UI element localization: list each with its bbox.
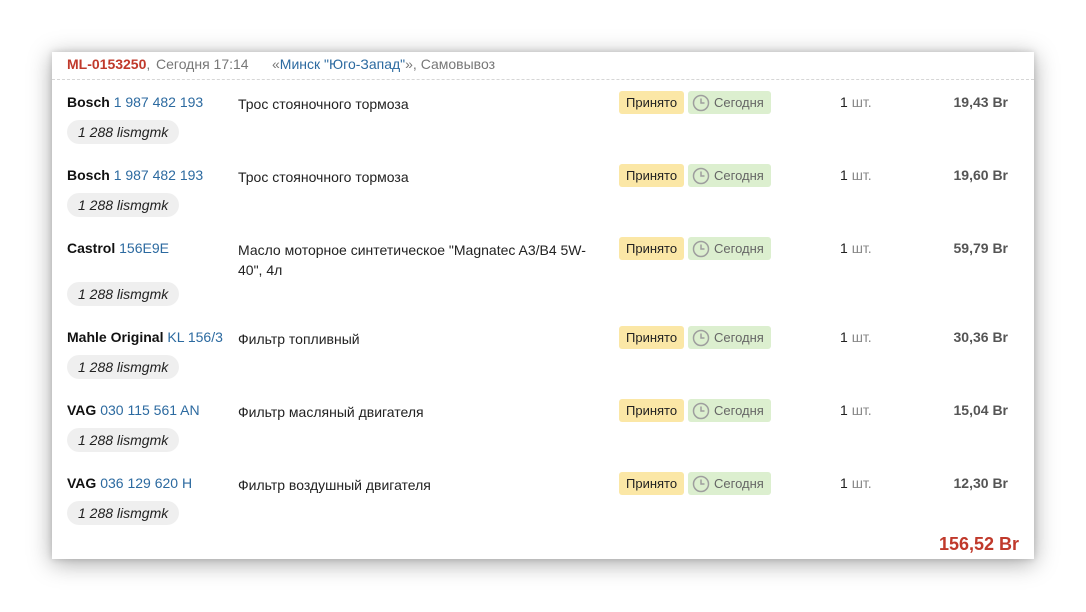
item-quantity: 1 шт. [840,240,872,256]
item-brand-article: Castrol 156E9E [67,240,169,256]
item-brand: Mahle Original [67,329,164,345]
item-brand: Castrol [67,240,116,256]
supplier-tag: 1 288 lismgmk [67,355,180,379]
item-description: Фильтр масляный двигателя [238,404,424,420]
quantity-value: 1 [840,94,848,110]
quantity-unit: шт. [851,402,872,418]
order-item-row: VAG 030 115 561 AN Фильтр масляный двига… [52,395,1034,468]
status-badge: Принято [619,399,685,422]
item-brand: VAG [67,475,97,491]
order-card: ML-0153250, Сегодня 17:14 «Минск "Юго-За… [52,52,1034,559]
item-brand: Bosch [67,167,110,183]
item-brand-article: VAG 036 129 620 H [67,475,192,491]
item-description: Трос стояночного тормоза [238,96,409,112]
item-quantity: 1 шт. [840,329,872,345]
item-article-link[interactable]: 1 987 482 193 [114,167,204,183]
date-badge: Сегодня [688,326,771,349]
clock-icon [692,329,710,346]
item-price: 15,04 Br [953,402,1008,418]
item-quantity: 1 шт. [840,475,872,491]
order-location: «Минск "Юго-Запад"», Самовывоз [272,56,495,72]
date-label: Сегодня [714,403,764,418]
item-article-link[interactable]: 036 129 620 H [100,475,192,491]
quantity-value: 1 [840,240,848,256]
item-brand-article: Mahle Original KL 156/3 [67,329,223,345]
date-badge: Сегодня [688,237,771,260]
supplier-tag: 1 288 lismgmk [67,120,180,144]
order-item-row: Castrol 156E9E Масло моторное синтетичес… [52,233,1034,322]
status-badge: Принято [619,237,685,260]
status-badge: Принято [619,164,685,187]
supplier-tag: 1 288 lismgmk [67,193,180,217]
location-suffix: », Самовывоз [405,56,495,72]
item-article-link[interactable]: 030 115 561 AN [100,402,199,418]
item-brand-article: Bosch 1 987 482 193 [67,167,203,183]
date-label: Сегодня [714,168,764,183]
order-separator: , [146,56,151,72]
location-prefix: « [272,56,280,72]
pickup-location-link[interactable]: Минск "Юго-Запад" [280,56,405,72]
supplier-tag: 1 288 lismgmk [67,282,180,306]
item-quantity: 1 шт. [840,402,872,418]
order-item-row: VAG 036 129 620 H Фильтр воздушный двига… [52,468,1034,541]
order-time: Сегодня 17:14 [156,56,249,72]
clock-icon [692,475,710,492]
status-badge: Принято [619,326,685,349]
date-badge: Сегодня [688,399,771,422]
item-description: Фильтр воздушный двигателя [238,477,431,493]
quantity-value: 1 [840,475,848,491]
item-article-link[interactable]: KL 156/3 [167,329,223,345]
order-item-row: Bosch 1 987 482 193 Трос стояночного тор… [52,160,1034,233]
date-badge: Сегодня [688,472,771,495]
order-items-list: Bosch 1 987 482 193 Трос стояночного тор… [52,87,1034,541]
clock-icon [692,240,710,257]
supplier-tag: 1 288 lismgmk [67,501,180,525]
item-quantity: 1 шт. [840,167,872,183]
quantity-value: 1 [840,167,848,183]
item-quantity: 1 шт. [840,94,872,110]
order-number[interactable]: ML-0153250, [67,56,150,72]
quantity-unit: шт. [851,475,872,491]
date-badge: Сегодня [688,91,771,114]
item-brand: Bosch [67,94,110,110]
order-item-row: Bosch 1 987 482 193 Трос стояночного тор… [52,87,1034,160]
supplier-tag: 1 288 lismgmk [67,428,180,452]
quantity-value: 1 [840,402,848,418]
item-brand-article: VAG 030 115 561 AN [67,402,200,418]
date-label: Сегодня [714,95,764,110]
item-price: 19,60 Br [953,167,1008,183]
date-label: Сегодня [714,241,764,256]
item-article-link[interactable]: 156E9E [119,240,169,256]
item-description: Трос стояночного тормоза [238,169,409,185]
item-brand: VAG [67,402,97,418]
item-price: 30,36 Br [953,329,1008,345]
item-price: 19,43 Br [953,94,1008,110]
clock-icon [692,167,710,184]
order-header: ML-0153250, Сегодня 17:14 «Минск "Юго-За… [52,52,1034,80]
order-item-row: Mahle Original KL 156/3 Фильтр топливный… [52,322,1034,395]
date-label: Сегодня [714,476,764,491]
status-badge: Принято [619,91,685,114]
quantity-value: 1 [840,329,848,345]
clock-icon [692,94,710,111]
item-price: 59,79 Br [953,240,1008,256]
quantity-unit: шт. [851,94,872,110]
quantity-unit: шт. [851,167,872,183]
item-article-link[interactable]: 1 987 482 193 [114,94,204,110]
quantity-unit: шт. [851,329,872,345]
item-description: Фильтр топливный [238,331,360,347]
item-description: Масло моторное синтетическое "Magnatec A… [238,242,586,278]
clock-icon [692,402,710,419]
quantity-unit: шт. [851,240,872,256]
status-badge: Принято [619,472,685,495]
item-brand-article: Bosch 1 987 482 193 [67,94,203,110]
date-badge: Сегодня [688,164,771,187]
item-price: 12,30 Br [953,475,1008,491]
order-total: 156,52 Br [938,534,1019,554]
date-label: Сегодня [714,330,764,345]
